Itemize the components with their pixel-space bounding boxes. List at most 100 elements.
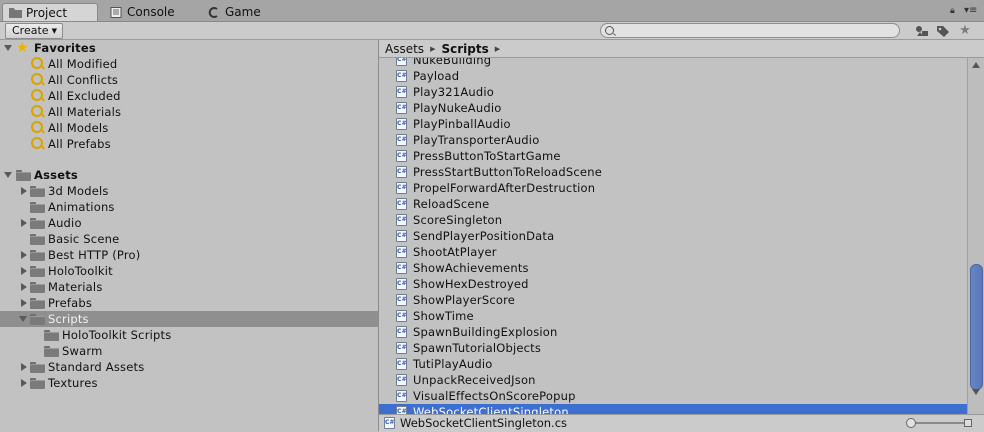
file-item[interactable]: Payload [379, 68, 967, 84]
favorite-item[interactable]: All Materials [0, 104, 378, 120]
collapse-arrow-icon[interactable] [4, 45, 12, 51]
file-item[interactable]: VisualEffectsOnScorePopup [379, 388, 967, 404]
file-item[interactable]: ReloadScene [379, 196, 967, 212]
file-name: SendPlayerPositionData [413, 229, 555, 243]
lock-icon[interactable]: 🔒︎ [950, 6, 955, 16]
tree-folder[interactable]: Materials [0, 279, 378, 295]
icon-size-slider[interactable] [906, 418, 972, 428]
folder-icon [30, 234, 45, 245]
expand-arrow-icon[interactable] [21, 187, 27, 195]
file-item[interactable]: SendPlayerPositionData [379, 228, 967, 244]
expand-arrow-icon[interactable] [21, 379, 27, 387]
tree-folder-selected[interactable]: Scripts [0, 311, 378, 327]
expand-arrow-icon[interactable] [21, 299, 27, 307]
tab-console[interactable]: Console [104, 3, 194, 21]
folder-label: Prefabs [48, 296, 93, 310]
csharp-script-icon [396, 310, 407, 322]
favorite-item[interactable]: All Excluded [0, 88, 378, 104]
project-toolbar: Create ▼ ★ [0, 22, 984, 40]
folder-icon [16, 170, 31, 181]
csharp-script-icon [396, 406, 407, 414]
file-name: Payload [413, 69, 460, 83]
star-icon: ★ [16, 40, 29, 56]
file-item[interactable]: ShootAtPlayer [379, 244, 967, 260]
create-button[interactable]: Create ▼ [5, 23, 63, 39]
chevron-right-icon: ▶ [430, 44, 436, 53]
scrollbar-thumb[interactable] [970, 264, 983, 390]
csharp-script-icon [396, 134, 407, 146]
file-item-selected[interactable]: WebSocketClientSingleton [379, 404, 967, 414]
tree-folder[interactable]: 3d Models [0, 183, 378, 199]
scroll-down-icon[interactable] [972, 389, 980, 395]
breadcrumb-scripts[interactable]: Scripts [441, 42, 488, 56]
file-item[interactable]: PlayNukeAudio [379, 100, 967, 116]
favorite-item[interactable]: All Modified [0, 56, 378, 72]
csharp-script-icon [396, 390, 407, 402]
favorite-item[interactable]: All Models [0, 120, 378, 136]
collapse-arrow-icon[interactable] [19, 316, 27, 322]
file-item[interactable]: ShowPlayerScore [379, 292, 967, 308]
tree-folder[interactable]: Basic Scene [0, 231, 378, 247]
file-item[interactable]: PropelForwardAfterDestruction [379, 180, 967, 196]
file-item[interactable]: PlayPinballAudio [379, 116, 967, 132]
file-item[interactable]: PlayTransporterAudio [379, 132, 967, 148]
tab-project[interactable]: Project [2, 3, 98, 21]
file-item[interactable]: ShowAchievements [379, 260, 967, 276]
favorite-label: All Prefabs [48, 137, 111, 151]
expand-arrow-icon[interactable] [21, 219, 27, 227]
favorite-label: All Models [48, 121, 109, 135]
tree-folder[interactable]: Animations [0, 199, 378, 215]
csharp-script-icon [396, 374, 407, 386]
tab-game[interactable]: Game [202, 3, 282, 21]
folder-icon [30, 186, 45, 197]
file-item[interactable]: ShowTime [379, 308, 967, 324]
filter-by-label-icon[interactable] [934, 23, 952, 38]
file-item[interactable]: ShowHexDestroyed [379, 276, 967, 292]
scroll-up-icon[interactable] [972, 62, 980, 68]
tree-folder[interactable]: Textures [0, 375, 378, 391]
assets-header[interactable]: Assets [0, 167, 378, 183]
file-item[interactable]: Play321Audio [379, 84, 967, 100]
csharp-script-icon [396, 118, 407, 130]
favorite-star-icon[interactable]: ★ [956, 23, 974, 38]
file-item[interactable]: PressStartButtonToReloadScene [379, 164, 967, 180]
file-name: TutiPlayAudio [413, 357, 493, 371]
expand-arrow-icon[interactable] [21, 251, 27, 259]
file-list-scrollbar[interactable] [967, 58, 984, 414]
csharp-script-icon [396, 342, 407, 354]
favorite-item[interactable]: All Prefabs [0, 136, 378, 152]
file-item[interactable]: ScoreSingleton [379, 212, 967, 228]
tree-folder[interactable]: HoloToolkit [0, 263, 378, 279]
tree-folder[interactable]: Swarm [0, 343, 378, 359]
expand-arrow-icon[interactable] [21, 283, 27, 291]
slider-knob[interactable] [906, 418, 916, 428]
file-item[interactable]: SpawnBuildingExplosion [379, 324, 967, 340]
tree-folder[interactable]: Best HTTP (Pro) [0, 247, 378, 263]
expand-arrow-icon[interactable] [21, 363, 27, 371]
tree-folder[interactable]: HoloToolkit Scripts [0, 327, 378, 343]
chevron-down-icon: ▼ [51, 27, 57, 35]
tree-folder[interactable]: Prefabs [0, 295, 378, 311]
expand-arrow-icon[interactable] [21, 267, 27, 275]
file-name: NukeBuilding [413, 58, 492, 67]
filter-by-type-icon[interactable] [913, 23, 931, 38]
assets-label: Assets [34, 168, 78, 182]
file-item[interactable]: SpawnTutorialObjects [379, 340, 967, 356]
breadcrumb-assets[interactable]: Assets [385, 42, 424, 56]
file-name: ShowHexDestroyed [413, 277, 529, 291]
pane-menu-icon[interactable]: ▾≡ [964, 5, 977, 16]
file-name: SpawnBuildingExplosion [413, 325, 558, 339]
file-list: NukeBuilding Payload Play321Audio PlayNukeA… [379, 58, 967, 414]
file-item[interactable]: UnpackReceivedJson [379, 372, 967, 388]
tree-folder[interactable]: Audio [0, 215, 378, 231]
favorite-item[interactable]: All Conflicts [0, 72, 378, 88]
file-item[interactable]: NukeBuilding [379, 58, 967, 68]
search-input[interactable] [600, 23, 900, 38]
tree-folder[interactable]: Standard Assets [0, 359, 378, 375]
file-item[interactable]: PressButtonToStartGame [379, 148, 967, 164]
file-name: ShowAchievements [413, 261, 529, 275]
favorites-header[interactable]: ★ Favorites [0, 40, 378, 56]
csharp-script-icon [396, 358, 407, 370]
collapse-arrow-icon[interactable] [4, 172, 12, 178]
file-item[interactable]: TutiPlayAudio [379, 356, 967, 372]
